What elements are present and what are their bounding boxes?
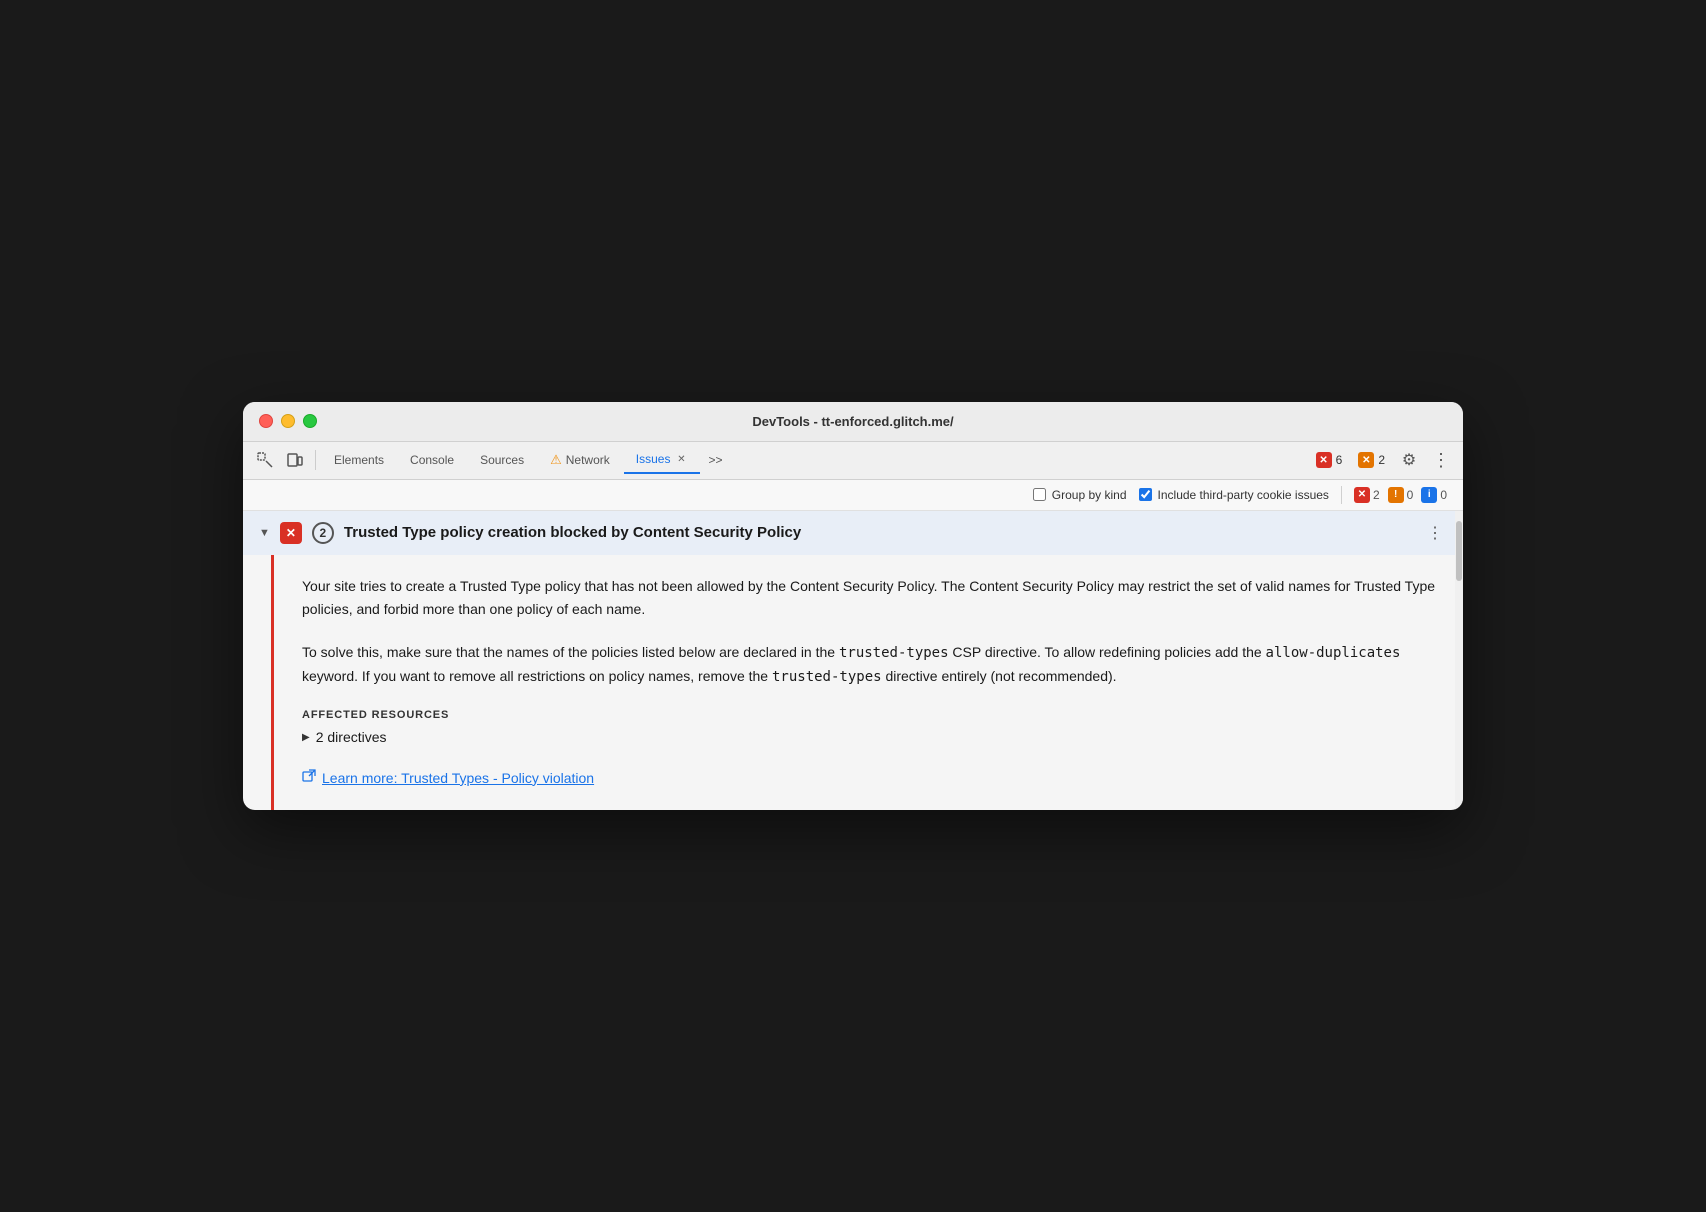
collapse-chevron: ▼ bbox=[259, 527, 270, 539]
learn-more-link[interactable]: Learn more: Trusted Types - Policy viola… bbox=[322, 770, 594, 786]
issue-more-menu[interactable]: ⋮ bbox=[1423, 521, 1447, 545]
subbar-separator bbox=[1341, 486, 1342, 504]
content-wrapper: ▼ ✕ 2 Trusted Type policy creation block… bbox=[243, 511, 1463, 810]
issue-header[interactable]: ▼ ✕ 2 Trusted Type policy creation block… bbox=[243, 511, 1463, 555]
main-toolbar: Elements Console Sources ⚠ Network Issue… bbox=[243, 442, 1463, 480]
content-main: ▼ ✕ 2 Trusted Type policy creation block… bbox=[243, 511, 1463, 810]
toolbar-separator-1 bbox=[315, 450, 316, 470]
affected-resources-label: AFFECTED RESOURCES bbox=[302, 709, 1439, 721]
include-third-party-checkbox[interactable] bbox=[1139, 488, 1152, 501]
code-trusted-types-2: trusted-types bbox=[772, 669, 882, 685]
scrollbar-thumb[interactable] bbox=[1456, 521, 1462, 581]
more-tabs-button[interactable]: >> bbox=[702, 449, 728, 471]
tab-elements[interactable]: Elements bbox=[322, 447, 396, 473]
group-by-kind-checkbox[interactable] bbox=[1033, 488, 1046, 501]
settings-button[interactable]: ⚙ bbox=[1395, 446, 1423, 474]
warning-count-item: ! 0 bbox=[1388, 487, 1414, 503]
traffic-lights bbox=[259, 414, 317, 428]
inspect-element-icon[interactable] bbox=[251, 446, 279, 474]
subbar-info-icon: i bbox=[1421, 487, 1437, 503]
error-count-item: ✕ 2 bbox=[1354, 487, 1380, 503]
tab-issues[interactable]: Issues ✕ bbox=[624, 446, 701, 474]
tab-network[interactable]: ⚠ Network bbox=[538, 446, 622, 474]
tab-console[interactable]: Console bbox=[398, 447, 466, 473]
issue-title: Trusted Type policy creation blocked by … bbox=[344, 524, 1413, 541]
warning-badge[interactable]: ✕ 2 bbox=[1352, 450, 1391, 470]
error-icon: ✕ bbox=[1316, 452, 1332, 468]
scrollbar-track[interactable] bbox=[1455, 511, 1463, 810]
minimize-button[interactable] bbox=[281, 414, 295, 428]
issue-body-container: Your site tries to create a Trusted Type… bbox=[243, 555, 1463, 810]
include-third-party-checkbox-label[interactable]: Include third-party cookie issues bbox=[1139, 488, 1329, 502]
close-button[interactable] bbox=[259, 414, 273, 428]
directives-expand-arrow: ▶ bbox=[302, 732, 310, 743]
directives-row[interactable]: ▶ 2 directives bbox=[302, 729, 1439, 745]
group-by-kind-checkbox-label[interactable]: Group by kind bbox=[1033, 488, 1127, 502]
external-link-icon bbox=[302, 769, 316, 786]
error-badge[interactable]: ✕ 6 bbox=[1310, 450, 1349, 470]
issue-error-icon: ✕ bbox=[280, 522, 302, 544]
toolbar-right: ✕ 6 ✕ 2 ⚙ ⋮ bbox=[1310, 446, 1455, 474]
issues-subbar: Group by kind Include third-party cookie… bbox=[243, 480, 1463, 511]
code-allow-duplicates: allow-duplicates bbox=[1266, 645, 1401, 661]
issue-description-2: To solve this, make sure that the names … bbox=[302, 641, 1439, 689]
directives-label: 2 directives bbox=[316, 729, 387, 745]
issue-indent bbox=[243, 555, 271, 810]
code-trusted-types-1: trusted-types bbox=[839, 645, 949, 661]
info-count-item: i 0 bbox=[1421, 487, 1447, 503]
warning-icon: ✕ bbox=[1358, 452, 1374, 468]
devtools-window: DevTools - tt-enforced.glitch.me/ Elemen… bbox=[243, 402, 1463, 810]
maximize-button[interactable] bbox=[303, 414, 317, 428]
tab-sources[interactable]: Sources bbox=[468, 447, 536, 473]
issue-count-badge: 2 bbox=[312, 522, 334, 544]
more-options-button[interactable]: ⋮ bbox=[1427, 446, 1455, 474]
issue-description-1: Your site tries to create a Trusted Type… bbox=[302, 575, 1439, 621]
affected-resources-section: AFFECTED RESOURCES ▶ 2 directives bbox=[302, 709, 1439, 745]
window-title: DevTools - tt-enforced.glitch.me/ bbox=[752, 414, 953, 429]
subbar-error-icon: ✕ bbox=[1354, 487, 1370, 503]
issues-tab-close[interactable]: ✕ bbox=[674, 452, 688, 466]
subbar-warning-icon: ! bbox=[1388, 487, 1404, 503]
issue-counts: ✕ 2 ! 0 i 0 bbox=[1354, 487, 1447, 503]
issue-body: Your site tries to create a Trusted Type… bbox=[271, 555, 1463, 810]
device-mode-icon[interactable] bbox=[281, 446, 309, 474]
learn-more-section: Learn more: Trusted Types - Policy viola… bbox=[302, 769, 1439, 786]
titlebar: DevTools - tt-enforced.glitch.me/ bbox=[243, 402, 1463, 442]
network-warning-icon: ⚠ bbox=[550, 452, 562, 468]
